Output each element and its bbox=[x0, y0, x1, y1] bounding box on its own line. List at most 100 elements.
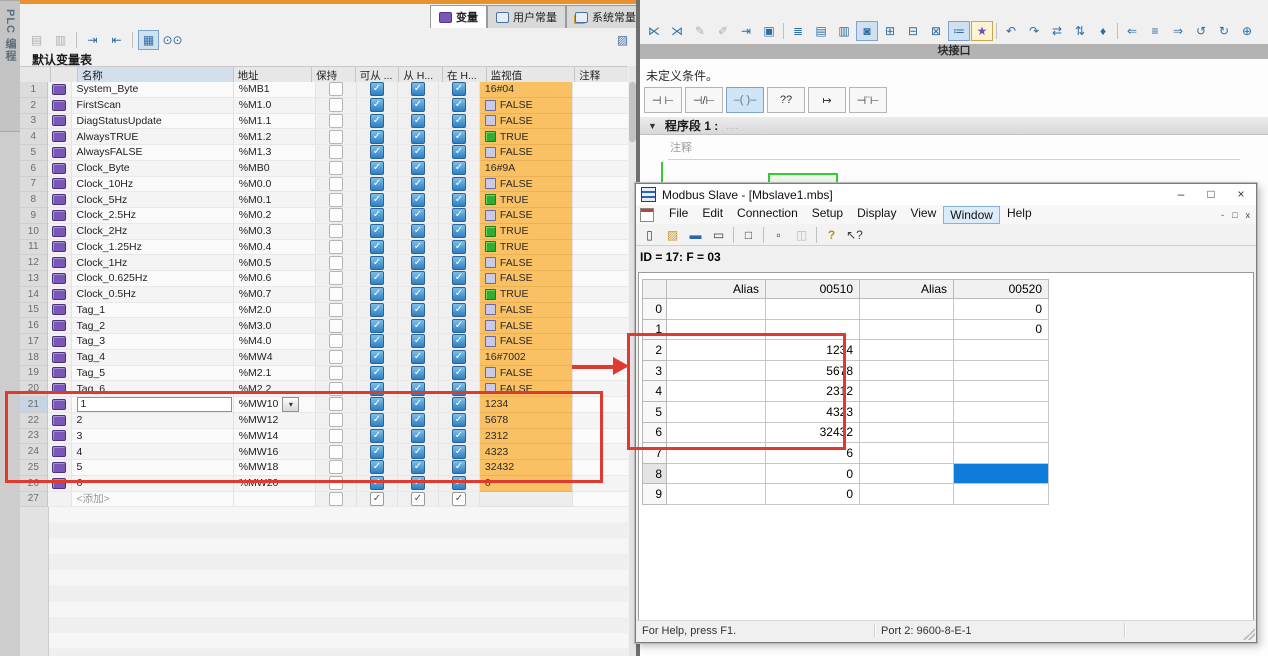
row-number[interactable]: 1 bbox=[20, 82, 48, 98]
tag-name-cell[interactable]: Tag_3 bbox=[72, 334, 234, 350]
writable-hmi-checkbox[interactable]: ✓ bbox=[411, 224, 425, 238]
retain-cell[interactable]: ✓ bbox=[316, 98, 357, 114]
tag-name-cell[interactable]: Clock_1.25Hz bbox=[72, 240, 234, 256]
tag-name-cell[interactable]: Clock_5Hz bbox=[72, 192, 234, 208]
visible-hmi-checkbox[interactable]: ✓ bbox=[452, 240, 466, 254]
table-row[interactable]: 9Clock_2.5Hz%M0.2✓✓✓✓FALSE bbox=[20, 208, 628, 224]
grid-header-00510[interactable]: 00510 bbox=[766, 280, 860, 299]
tag-name-cell[interactable]: AlwaysTRUE bbox=[72, 129, 234, 145]
tag-address-cell[interactable]: %M0.7 bbox=[234, 287, 316, 303]
writable-hmi-checkbox[interactable]: ✓ bbox=[411, 114, 425, 128]
resize-grip[interactable] bbox=[1243, 628, 1255, 640]
retain-cell[interactable]: ✓ bbox=[316, 114, 357, 130]
writable-hmi-cell[interactable]: ✓ bbox=[398, 255, 439, 271]
comment-cell[interactable] bbox=[573, 240, 628, 256]
grid-header-00520[interactable]: 00520 bbox=[954, 280, 1049, 299]
comment-cell[interactable] bbox=[573, 224, 628, 240]
accessible-checkbox[interactable]: ✓ bbox=[370, 271, 384, 285]
visible-hmi-checkbox[interactable]: ✓ bbox=[452, 287, 466, 301]
retain-checkbox[interactable]: ✓ bbox=[329, 177, 343, 191]
grid-value-cell-00510[interactable]: 0 bbox=[766, 484, 860, 505]
grid-value-cell-00520[interactable] bbox=[954, 340, 1049, 361]
visible-hmi-cell[interactable]: ✓ bbox=[439, 350, 480, 366]
writable-hmi-cell[interactable]: ✓ bbox=[398, 366, 439, 382]
writable-hmi-checkbox[interactable]: ✓ bbox=[411, 208, 425, 222]
accessible-cell[interactable]: ✓ bbox=[357, 287, 398, 303]
comment-cell[interactable] bbox=[573, 161, 628, 177]
table-row[interactable]: 13Clock_0.625Hz%M0.6✓✓✓✓FALSE bbox=[20, 271, 628, 287]
accessible-checkbox[interactable]: ✓ bbox=[370, 130, 384, 144]
retain-checkbox[interactable]: ✓ bbox=[329, 287, 343, 301]
row-number[interactable]: 19 bbox=[20, 366, 48, 382]
retain-cell[interactable]: ✓ bbox=[316, 334, 357, 350]
visible-hmi-cell[interactable]: ✓ bbox=[439, 82, 480, 98]
accessible-cell[interactable]: ✓ bbox=[357, 208, 398, 224]
retain-cell[interactable]: ✓ bbox=[316, 255, 357, 271]
writable-hmi-checkbox[interactable]: ✓ bbox=[411, 492, 425, 506]
visible-hmi-cell[interactable]: ✓ bbox=[439, 114, 480, 130]
undo-icon[interactable]: ↺ bbox=[1190, 21, 1212, 41]
import-table-icon[interactable]: ⇤ bbox=[106, 30, 127, 50]
grid-alias-cell[interactable] bbox=[860, 299, 954, 320]
rename-icon[interactable]: ✎ bbox=[689, 21, 711, 41]
mdi-close-button[interactable]: x bbox=[1246, 210, 1251, 220]
accessible-checkbox[interactable]: ✓ bbox=[370, 256, 384, 270]
table-row[interactable]: 3DiagStatusUpdate%M1.1✓✓✓✓FALSE bbox=[20, 114, 628, 130]
new-file-icon[interactable]: ▯ bbox=[639, 225, 660, 245]
goto-next-icon[interactable]: ⇒ bbox=[1167, 21, 1189, 41]
empty-box-button[interactable]: ?? bbox=[767, 87, 805, 113]
retain-checkbox[interactable]: ✓ bbox=[329, 82, 343, 96]
writable-hmi-checkbox[interactable]: ✓ bbox=[411, 350, 425, 364]
network-comment-placeholder[interactable]: 注释 bbox=[670, 139, 692, 155]
tag-address-cell[interactable]: %M0.5 bbox=[234, 255, 316, 271]
collapse-network-icon[interactable]: ▼ bbox=[648, 121, 657, 131]
row-number[interactable]: 15 bbox=[20, 303, 48, 319]
column-header-comment[interactable]: 注释 bbox=[575, 67, 628, 83]
tag-address-cell[interactable]: %M1.3 bbox=[234, 145, 316, 161]
visible-hmi-checkbox[interactable]: ✓ bbox=[452, 366, 466, 380]
tag-address-cell[interactable]: %M3.0 bbox=[234, 318, 316, 334]
tag-name-cell[interactable]: DiagStatusUpdate bbox=[72, 114, 234, 130]
goto-definition-icon[interactable]: ≡ bbox=[1144, 21, 1166, 41]
comment-cell[interactable] bbox=[573, 129, 628, 145]
table-row[interactable]: 6Clock_Byte%MB0✓✓✓✓16#9A bbox=[20, 161, 628, 177]
retain-checkbox[interactable]: ✓ bbox=[329, 161, 343, 175]
tag-address-cell[interactable]: %M1.1 bbox=[234, 114, 316, 130]
row-number[interactable]: 14 bbox=[20, 287, 48, 303]
menu-item-setup[interactable]: Setup bbox=[805, 206, 850, 224]
menu-item-window[interactable]: Window bbox=[943, 206, 1000, 224]
accessible-cell[interactable]: ✓ bbox=[357, 255, 398, 271]
tag-address-cell[interactable]: %M0.6 bbox=[234, 271, 316, 287]
row-number[interactable]: 5 bbox=[20, 145, 48, 161]
writable-hmi-cell[interactable]: ✓ bbox=[398, 161, 439, 177]
tag-name-cell[interactable]: Clock_2Hz bbox=[72, 224, 234, 240]
tag-name-cell[interactable]: Clock_1Hz bbox=[72, 255, 234, 271]
row-number[interactable]: 9 bbox=[20, 208, 48, 224]
menu-item-file[interactable]: File bbox=[662, 206, 695, 224]
tag-address-cell[interactable]: %M0.3 bbox=[234, 224, 316, 240]
accessible-checkbox[interactable]: ✓ bbox=[370, 161, 384, 175]
update-call-icon[interactable]: ⇄ bbox=[1046, 21, 1068, 41]
writable-hmi-checkbox[interactable]: ✓ bbox=[411, 334, 425, 348]
menu-item-display[interactable]: Display bbox=[850, 206, 903, 224]
retain-checkbox[interactable]: ✓ bbox=[329, 303, 343, 317]
grid-alias-cell[interactable] bbox=[860, 381, 954, 402]
accessible-checkbox[interactable]: ✓ bbox=[370, 193, 384, 207]
network-header[interactable]: ▼ 程序段 1 : .... bbox=[640, 117, 1268, 135]
visible-hmi-checkbox[interactable]: ✓ bbox=[452, 224, 466, 238]
writable-hmi-cell[interactable]: ✓ bbox=[398, 224, 439, 240]
writable-hmi-checkbox[interactable]: ✓ bbox=[411, 82, 425, 96]
visible-hmi-checkbox[interactable]: ✓ bbox=[452, 114, 466, 128]
connection-lock-icon[interactable]: ◫ bbox=[791, 225, 812, 245]
tag-name-cell[interactable]: Clock_0.5Hz bbox=[72, 287, 234, 303]
retain-cell[interactable]: ✓ bbox=[316, 177, 357, 193]
modbus-title-bar[interactable]: Modbus Slave - [Mbslave1.mbs] – □ × bbox=[636, 184, 1256, 205]
accessible-cell[interactable]: ✓ bbox=[357, 271, 398, 287]
table-row[interactable]: 1System_Byte%MB1✓✓✓✓16#04 bbox=[20, 82, 628, 98]
writable-hmi-cell[interactable]: ✓ bbox=[398, 177, 439, 193]
table-row[interactable]: 27<添加>✓✓✓✓ bbox=[20, 492, 628, 508]
column-header-writable-hmi[interactable]: 从 H... bbox=[399, 67, 443, 83]
grid-alias-cell[interactable] bbox=[860, 401, 954, 422]
block-call-icon[interactable]: ▣ bbox=[758, 21, 780, 41]
tag-name-cell[interactable]: Tag_5 bbox=[72, 366, 234, 382]
